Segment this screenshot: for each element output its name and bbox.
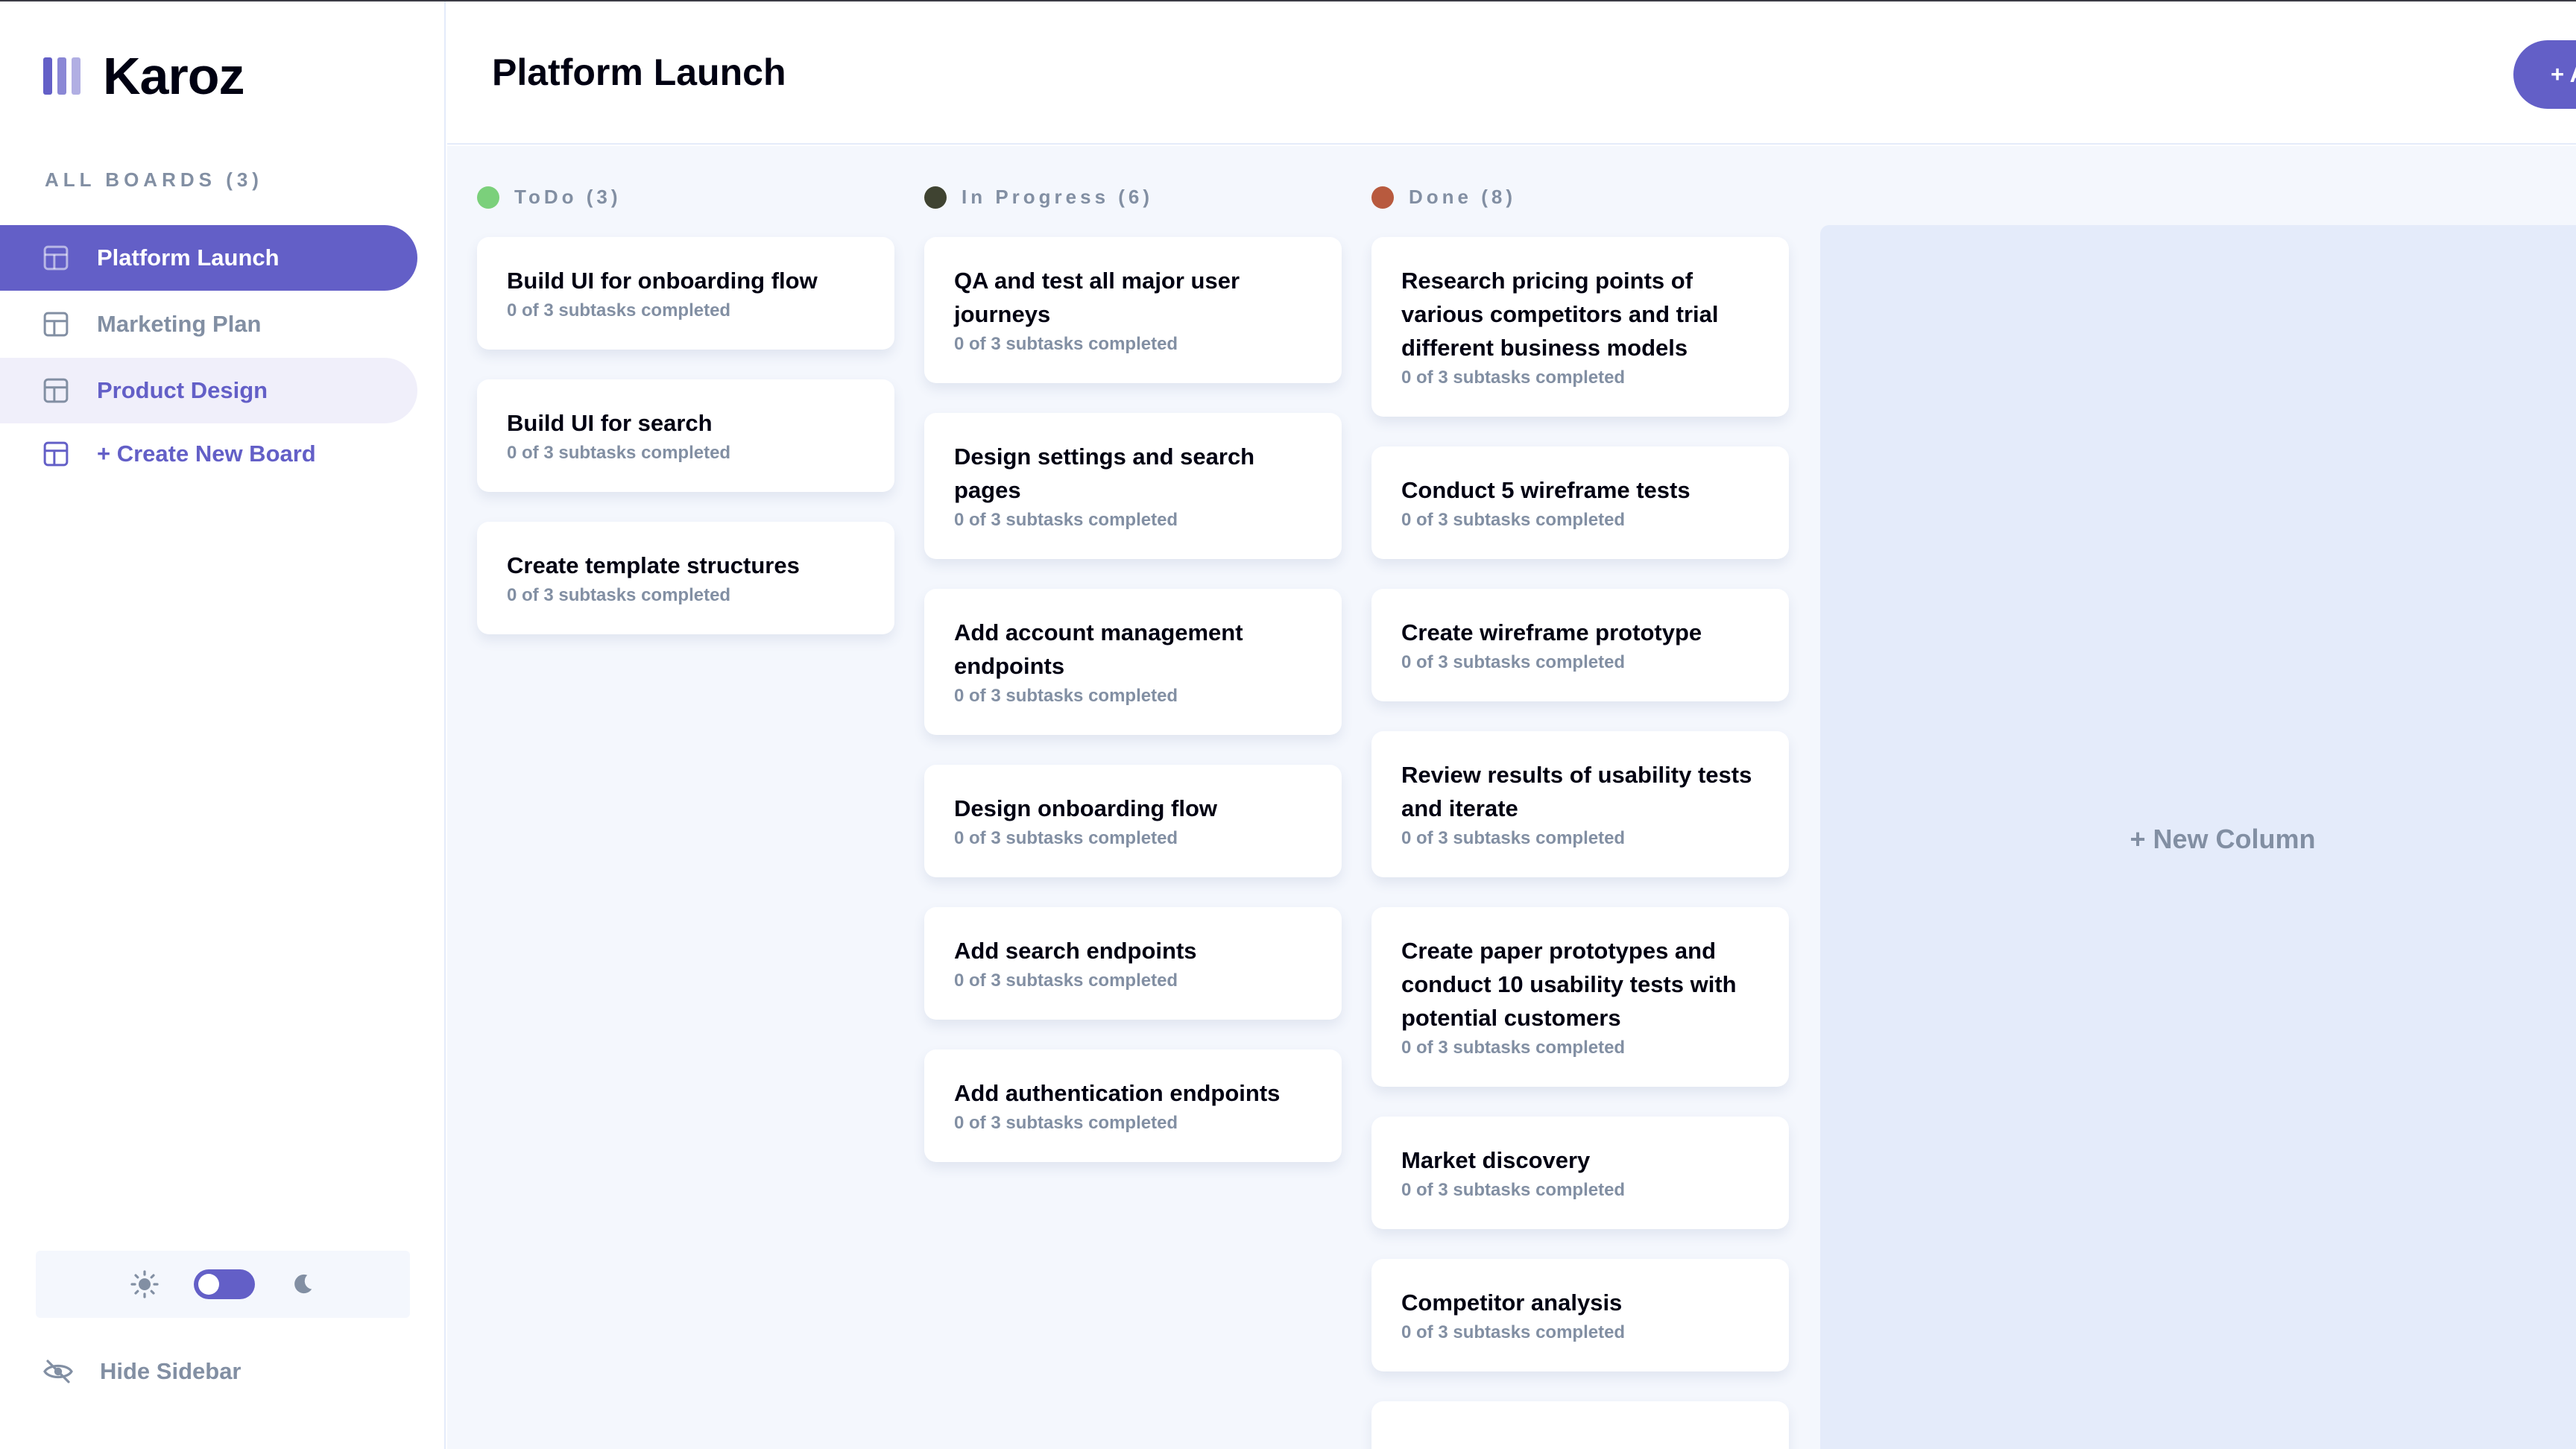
task-card[interactable]: Conduct 5 wireframe tests 0 of 3 subtask… [1371, 446, 1789, 559]
task-title: QA and test all major user journeys [954, 268, 1240, 327]
task-card[interactable]: Create wireframe prototype 0 of 3 subtas… [1371, 589, 1789, 701]
task-subtasks: 0 of 3 subtasks completed [954, 828, 1178, 848]
task-title: Conduct 5 wireframe tests [1401, 477, 1690, 503]
task-subtasks: 0 of 3 subtasks completed [1401, 367, 1626, 388]
task-title: Research pricing points of various compe… [1401, 268, 1719, 361]
new-column-label: + New Column [2130, 824, 2316, 854]
task-card[interactable]: QA and test all major user journeys 0 of… [924, 237, 1342, 383]
task-subtasks: 0 of 3 subtasks completed [1401, 652, 1626, 672]
sidebar-item-platform-launch[interactable]: Platform Launch [0, 225, 417, 291]
task-card[interactable]: Review results of usability tests and it… [1371, 731, 1789, 877]
task-title: Create wireframe prototype [1401, 619, 1702, 645]
task-subtasks: 0 of 3 subtasks completed [1401, 1180, 1626, 1200]
task-card[interactable]: Build UI for onboarding flow 0 of 3 subt… [477, 237, 894, 350]
task-subtasks: 0 of 3 subtasks completed [954, 334, 1178, 354]
task-subtasks: 0 of 3 subtasks completed [1401, 510, 1626, 530]
task-card[interactable]: Research pricing points of various compe… [1371, 237, 1789, 417]
task-card[interactable]: Build UI for search 0 of 3 subtasks comp… [477, 379, 894, 492]
app-logo[interactable]: Karoz [43, 46, 244, 106]
task-subtasks: 0 of 3 subtasks completed [507, 300, 731, 321]
sidebar-item-label: Product Design [97, 377, 268, 403]
board-icon [43, 378, 69, 403]
sun-icon [130, 1270, 159, 1298]
task-title: Review results of usability tests and it… [1401, 762, 1752, 821]
task-card[interactable]: Create template structures 0 of 3 subtas… [477, 522, 894, 634]
task-subtasks: 0 of 3 subtasks completed [1401, 1322, 1626, 1342]
task-card[interactable] [1371, 1401, 1789, 1449]
app-name: Karoz [103, 47, 244, 105]
board-area: ToDo (3) Build UI for onboarding flow 0 … [447, 146, 2576, 1449]
eye-slash-icon [43, 1360, 73, 1383]
theme-toggle-panel [36, 1251, 410, 1318]
sidebar-item-marketing-plan[interactable]: Marketing Plan [0, 291, 417, 357]
column-header: ToDo (3) [447, 176, 865, 218]
task-title: Add account management endpoints [954, 619, 1243, 679]
sidebar: Karoz ALL BOARDS (3) Platform Launch Mar… [0, 1, 446, 1449]
task-title: Build UI for onboarding flow [507, 268, 818, 294]
task-subtasks: 0 of 3 subtasks completed [1401, 828, 1626, 848]
top-header: Platform Launch + Add New Task [447, 1, 2576, 145]
task-card[interactable]: Create paper prototypes and conduct 10 u… [1371, 907, 1789, 1087]
column-color-dot [477, 186, 499, 209]
column-done: Done (8) Research pricing points of vari… [1342, 176, 1789, 1449]
task-title: Design onboarding flow [954, 795, 1218, 821]
board-icon [43, 441, 69, 467]
task-title: Add search endpoints [954, 938, 1197, 964]
column-header: Done (8) [1342, 176, 1759, 218]
column-title: In Progress (6) [962, 185, 1154, 208]
task-subtasks: 0 of 3 subtasks completed [954, 510, 1178, 530]
new-column-button[interactable]: + New Column [1820, 225, 2576, 1449]
column-header: In Progress (6) [894, 176, 1312, 218]
task-subtasks: 0 of 3 subtasks completed [507, 443, 731, 463]
board-list: Platform Launch Marketing Plan Product D… [0, 225, 417, 484]
task-subtasks: 0 of 3 subtasks completed [954, 686, 1178, 706]
boards-heading: ALL BOARDS (3) [45, 168, 263, 191]
task-subtasks: 0 of 3 subtasks completed [1401, 1038, 1626, 1058]
task-card[interactable]: Design onboarding flow 0 of 3 subtasks c… [924, 765, 1342, 877]
board-icon [43, 245, 69, 271]
task-card[interactable]: Market discovery 0 of 3 subtasks complet… [1371, 1117, 1789, 1229]
task-subtasks: 0 of 3 subtasks completed [954, 970, 1178, 991]
switch-knob [198, 1274, 219, 1295]
hide-sidebar-label: Hide Sidebar [100, 1358, 242, 1384]
column-color-dot [1371, 186, 1394, 209]
task-card[interactable]: Design settings and search pages 0 of 3 … [924, 413, 1342, 559]
dark-mode-switch[interactable] [194, 1269, 255, 1299]
create-new-board-label: + Create New Board [97, 441, 316, 467]
hide-sidebar-button[interactable]: Hide Sidebar [43, 1358, 242, 1385]
task-title: Design settings and search pages [954, 443, 1255, 503]
task-title: Competitor analysis [1401, 1289, 1623, 1316]
task-title: Create template structures [507, 552, 800, 578]
sidebar-item-product-design[interactable]: Product Design [0, 358, 417, 423]
sidebar-item-label: Platform Launch [97, 244, 280, 271]
moon-icon [294, 1274, 312, 1294]
task-card[interactable]: Add authentication endpoints 0 of 3 subt… [924, 1049, 1342, 1162]
task-card[interactable]: Add search endpoints 0 of 3 subtasks com… [924, 907, 1342, 1020]
column-title: Done (8) [1409, 185, 1516, 208]
page-title: Platform Launch [492, 51, 786, 93]
task-card[interactable]: Competitor analysis 0 of 3 subtasks comp… [1371, 1259, 1789, 1371]
task-title: Create paper prototypes and conduct 10 u… [1401, 938, 1737, 1031]
create-new-board-button[interactable]: + Create New Board [0, 424, 417, 484]
task-title: Add authentication endpoints [954, 1080, 1281, 1106]
task-card[interactable]: Add account management endpoints 0 of 3 … [924, 589, 1342, 735]
add-new-task-button[interactable]: + Add New Task [2513, 40, 2576, 109]
board-icon [43, 312, 69, 337]
task-subtasks: 0 of 3 subtasks completed [507, 585, 731, 605]
task-title: Market discovery [1401, 1147, 1591, 1173]
sidebar-item-label: Marketing Plan [97, 311, 262, 337]
task-title: Build UI for search [507, 410, 713, 436]
column-todo: ToDo (3) Build UI for onboarding flow 0 … [447, 176, 894, 664]
logo-icon [43, 57, 80, 95]
column-in-progress: In Progress (6) QA and test all major us… [894, 176, 1342, 1192]
column-color-dot [924, 186, 947, 209]
task-subtasks: 0 of 3 subtasks completed [954, 1113, 1178, 1133]
column-title: ToDo (3) [514, 185, 622, 208]
